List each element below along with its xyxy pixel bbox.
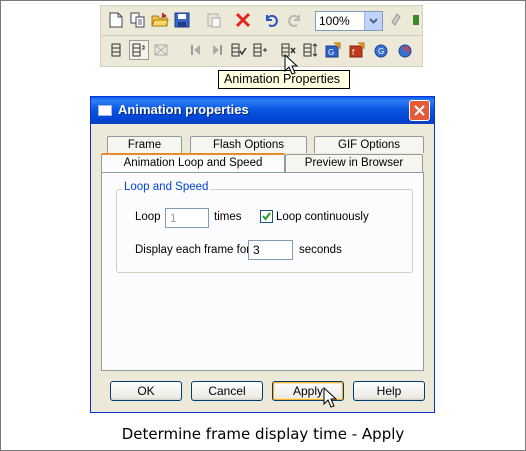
help-button[interactable]: Help [353,381,425,401]
cancel-button[interactable]: Cancel [191,381,263,401]
tab-preview-in-browser[interactable]: Preview in Browser [285,154,423,172]
loop-label: Loop [135,211,161,223]
ok-button[interactable]: OK [110,381,182,401]
frame-duration-input[interactable]: 3 [248,240,293,260]
refresh-icon[interactable] [395,40,415,60]
toolbar-overflow-icon[interactable] [410,10,422,30]
display-frame-label: Display each frame for: [135,244,254,256]
seconds-label: seconds [299,244,342,256]
open-folder-icon[interactable] [150,10,170,30]
next-frame-icon[interactable] [207,40,227,60]
redo-icon[interactable] [285,10,305,30]
cursor-pointer-icon [284,54,298,75]
chevron-down-icon[interactable] [364,12,382,30]
frame-list-icon[interactable] [106,40,126,60]
zoom-select[interactable]: 100% [315,11,383,31]
close-button[interactable] [409,100,430,121]
animation-properties-dialog: Animation properties Frame Flash Options… [90,96,435,413]
loop-continuously-label[interactable]: Loop continuously [276,211,369,223]
paste-icon[interactable] [204,10,224,30]
close-icon [414,105,425,116]
loop-and-speed-group: Loop and Speed Loop 1 times Loop continu… [116,181,413,273]
cursor-pointer-icon [323,387,337,408]
tab-gif-options[interactable]: GIF Options [314,136,424,153]
svg-text:G: G [328,48,334,57]
export-gif-icon[interactable]: G [323,40,343,60]
undo-icon[interactable] [261,10,281,30]
zoom-tool-icon[interactable] [387,10,407,30]
dialog-title-bar[interactable]: Animation properties [91,97,434,124]
loop-count-input[interactable]: 1 [165,208,209,228]
save-icon[interactable] [172,10,192,30]
previous-frame-icon[interactable] [186,40,206,60]
checkmark-icon [262,212,271,221]
frame-check-icon[interactable] [229,40,249,60]
tab-animation-loop-and-speed[interactable]: Animation Loop and Speed [101,153,285,172]
dialog-title: Animation properties [118,102,249,117]
zoom-value: 100% [319,14,350,28]
toolbar: 100% G f G [100,5,423,67]
frame-add-icon[interactable] [251,40,271,60]
film-strip-icon[interactable] [151,40,171,60]
delete-icon[interactable] [233,10,253,30]
tab-frame[interactable]: Frame [107,136,182,153]
caption: Determine frame display time - Apply [121,425,405,443]
frame-order-icon[interactable] [301,40,321,60]
toolbar-row-standard: 100% [101,6,422,36]
group-label: Loop and Speed [122,181,211,193]
browser-preview-icon[interactable]: G [371,40,391,60]
svg-text:G: G [378,47,384,56]
window-icon [98,105,112,116]
export-flash-icon[interactable]: f [347,40,367,60]
new-document-icon[interactable] [106,10,126,30]
loop-continuously-checkbox[interactable] [260,210,273,223]
tab-flash-options[interactable]: Flash Options [190,136,307,153]
tab-panel: Loop and Speed Loop 1 times Loop continu… [101,172,424,371]
times-label: times [214,211,242,223]
frame-props-icon[interactable] [129,40,149,60]
toolbar-row-animation: G f G [101,36,422,65]
copy-page-icon[interactable] [128,10,148,30]
